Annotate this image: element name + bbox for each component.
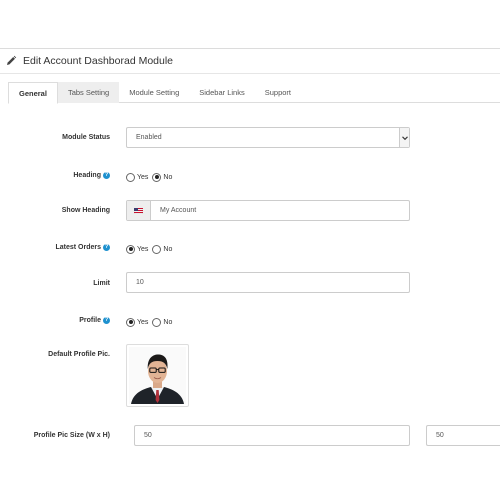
tab-tabs-setting[interactable]: Tabs Setting [57, 82, 120, 103]
module-status-value: Enabled [136, 134, 162, 141]
heading-no-label: No [163, 173, 173, 181]
profile-no-label: No [163, 318, 173, 326]
help-icon[interactable]: ? [103, 316, 110, 324]
profile-photo [129, 347, 186, 404]
profile-radio-group: Yes No [126, 316, 176, 328]
profile-yes-label: Yes [137, 318, 149, 326]
tab-bar: General Tabs Setting Module Setting Side… [8, 82, 500, 104]
profile-pic-size-label-text: Profile Pic Size (W x H) [33, 431, 110, 439]
latest-orders-label: Latest Orders ? [20, 241, 110, 253]
latest-orders-radio-group: Yes No [126, 243, 176, 255]
tab-module-setting[interactable]: Module Setting [119, 82, 189, 103]
panel-heading: Edit Account Dashborad Module [0, 49, 500, 73]
limit-value: 10 [136, 279, 144, 286]
chevron-down-icon [401, 135, 408, 140]
heading-no-radio[interactable] [152, 172, 162, 182]
profile-pic-height-input[interactable]: 50 [426, 425, 500, 446]
latest-orders-no-radio[interactable] [152, 244, 162, 254]
latest-orders-no-label: No [163, 245, 173, 253]
show-heading-input[interactable]: My Account [126, 200, 410, 221]
default-profile-pic-label: Default Profile Pic. [20, 348, 110, 360]
profile-label: Profile ? [20, 314, 110, 326]
profile-pic-thumbnail[interactable] [126, 344, 189, 407]
profile-label-text: Profile [79, 316, 101, 324]
profile-pic-width-value: 50 [144, 432, 152, 439]
page-title: Edit Account Dashborad Module [23, 55, 174, 67]
heading-label-text: Heading [73, 171, 101, 179]
module-status-label-text: Module Status [62, 133, 110, 141]
heading-label: Heading ? [20, 169, 110, 181]
pencil-icon [7, 55, 17, 65]
show-heading-label: Show Heading [20, 204, 110, 216]
limit-label: Limit [20, 277, 110, 289]
show-heading-value: My Account [160, 207, 197, 214]
latest-orders-label-text: Latest Orders [55, 243, 101, 251]
heading-yes-radio[interactable] [126, 172, 135, 182]
dropdown-arrow[interactable] [399, 128, 409, 147]
tab-sidebar-links[interactable]: Sidebar Links [189, 82, 254, 103]
heading-radio-group: Yes No [126, 171, 176, 183]
flag-icon [134, 207, 143, 214]
profile-yes-radio[interactable] [126, 317, 135, 327]
default-profile-pic-label-text: Default Profile Pic. [48, 350, 110, 358]
language-addon [127, 201, 151, 220]
latest-orders-yes-label: Yes [137, 245, 149, 253]
limit-label-text: Limit [93, 279, 110, 287]
profile-pic-size-label: Profile Pic Size (W x H) [20, 429, 110, 441]
profile-no-radio[interactable] [152, 317, 162, 327]
show-heading-label-text: Show Heading [61, 206, 110, 214]
tab-support[interactable]: Support [255, 82, 301, 103]
help-icon[interactable]: ? [103, 171, 110, 179]
module-status-select[interactable]: Enabled [126, 127, 410, 148]
tab-general[interactable]: General [8, 82, 58, 104]
limit-input[interactable]: 10 [126, 272, 410, 293]
heading-yes-label: Yes [137, 173, 149, 181]
profile-pic-width-input[interactable]: 50 [134, 425, 410, 446]
latest-orders-yes-radio[interactable] [126, 244, 135, 254]
help-icon[interactable]: ? [103, 243, 110, 251]
module-status-label: Module Status [20, 131, 110, 143]
profile-pic-height-value: 50 [436, 432, 444, 439]
heading-divider [0, 73, 500, 74]
